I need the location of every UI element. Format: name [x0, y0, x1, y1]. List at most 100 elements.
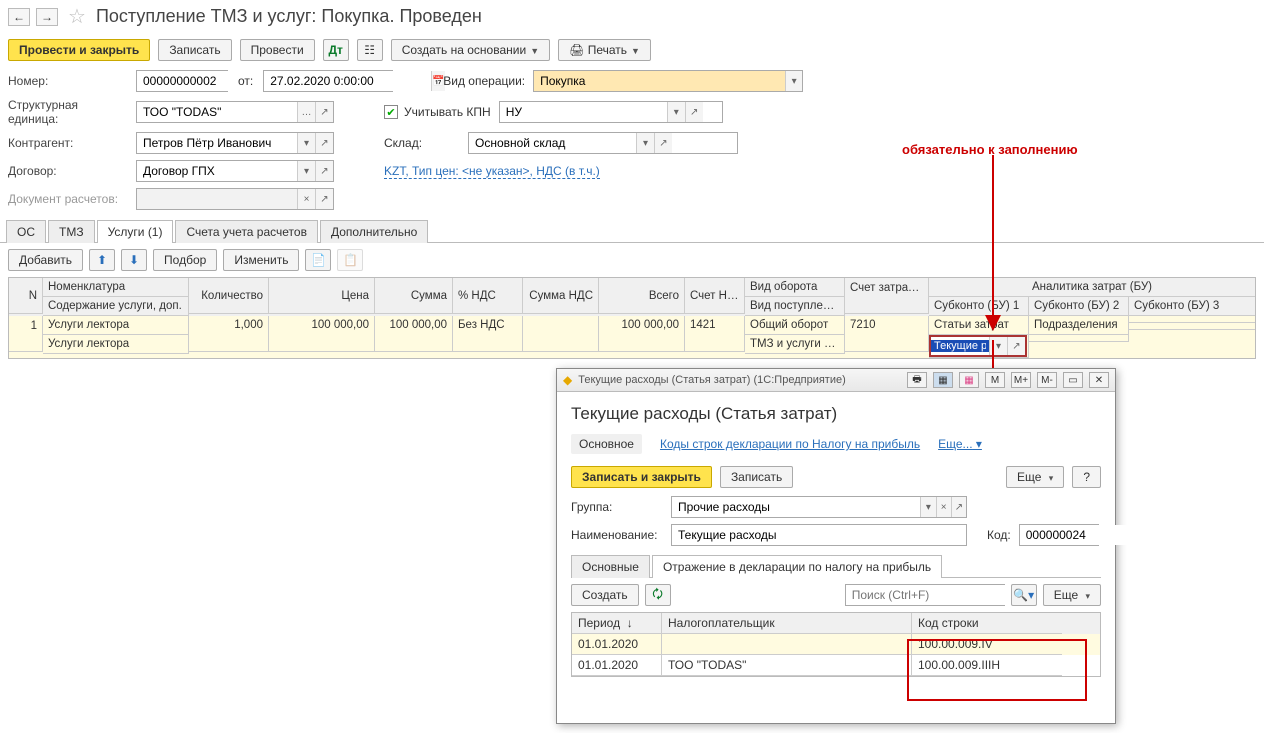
close-icon[interactable]: ✕ — [1089, 372, 1109, 388]
post-button[interactable]: Провести — [240, 39, 315, 61]
open-icon[interactable]: ↗ — [315, 133, 333, 153]
dropdown-icon[interactable]: ▾ — [920, 497, 935, 517]
kpn-checkbox[interactable]: ✔ — [384, 105, 398, 119]
cell-sub3[interactable] — [1129, 323, 1255, 330]
select-icon[interactable]: … — [297, 102, 315, 122]
cell-sub2[interactable] — [1029, 335, 1129, 342]
print-button[interactable]: 🖨 Печать▼ — [558, 39, 651, 61]
add-row-button[interactable]: Добавить — [8, 249, 83, 271]
open-icon[interactable]: ↗ — [685, 102, 703, 122]
mem-mplus-button[interactable]: M+ — [1011, 372, 1031, 388]
calendar-grid-icon[interactable]: ▦ — [959, 372, 979, 388]
dropdown-icon[interactable]: ▾ — [636, 133, 654, 153]
org-input[interactable] — [137, 102, 297, 122]
search-icon[interactable]: 🔍▾ — [1011, 584, 1037, 606]
favorite-star-icon[interactable]: ☆ — [68, 4, 86, 29]
tab-services[interactable]: Услуги (1) — [97, 220, 174, 243]
cell-nom2[interactable]: Услуги лектора — [43, 335, 189, 354]
modal-tab-main[interactable]: Основные — [571, 555, 650, 578]
nav-declaration-codes[interactable]: Коды строк декларации по Налогу на прибы… — [660, 437, 920, 451]
col-receipt-type[interactable]: Вид поступления — [745, 297, 845, 316]
dr-cr-icon[interactable]: Дт — [323, 39, 349, 61]
price-info-link[interactable]: KZT, Тип цен: <не указан>, НДС (в т.ч.) — [384, 164, 600, 179]
create-row-button[interactable]: Создать — [571, 584, 639, 606]
cell-sub1-editor[interactable]: ▾ ↗ — [929, 335, 1029, 358]
mem-m-button[interactable]: M — [985, 372, 1005, 388]
subconto-inline-editor[interactable]: ▾ ↗ — [929, 335, 1027, 357]
clear-icon[interactable]: × — [936, 497, 951, 517]
dialog-more-button[interactable]: Еще ▾ — [1006, 466, 1064, 488]
nav-forward-button[interactable]: → — [36, 8, 58, 26]
col-turnover[interactable]: Вид оборота — [745, 278, 845, 297]
open-icon[interactable]: ↗ — [1007, 337, 1025, 355]
dropdown-icon[interactable]: ▾ — [297, 161, 315, 181]
modal-more-button[interactable]: Еще ▾ — [1043, 584, 1101, 606]
col-period[interactable]: Период ↓ — [572, 613, 662, 634]
cell-price[interactable]: 100 000,00 — [269, 316, 375, 352]
dropdown-icon[interactable]: ▾ — [785, 71, 802, 91]
clear-icon[interactable]: × — [297, 189, 315, 209]
code-input[interactable] — [1020, 525, 1187, 545]
date-input[interactable] — [264, 71, 431, 91]
save-button[interactable]: Записать — [158, 39, 231, 61]
nav-back-button[interactable]: ← — [8, 8, 30, 26]
col-description[interactable]: Содержание услуги, доп. — [43, 297, 189, 316]
document-structure-icon[interactable]: ☷ — [357, 39, 383, 61]
dialog-help-button[interactable]: ? — [1072, 466, 1101, 488]
col-n[interactable]: N — [9, 278, 43, 314]
col-qty[interactable]: Количество — [189, 278, 269, 314]
dialog-save-button[interactable]: Записать — [720, 466, 793, 488]
nav-main[interactable]: Основное — [571, 434, 642, 454]
pick-button[interactable]: Подбор — [153, 249, 217, 271]
cell-turnover[interactable]: Общий оборот — [745, 316, 845, 335]
dropdown-icon[interactable]: ▾ — [989, 337, 1007, 355]
col-subconto2[interactable]: Субконто (БУ) 2 — [1029, 297, 1129, 316]
sklad-input[interactable] — [469, 133, 636, 153]
create-based-on-button[interactable]: Создать на основании▼ — [391, 39, 550, 61]
open-icon[interactable]: ↗ — [654, 133, 672, 153]
cell-acctnds[interactable]: 1421 — [685, 316, 745, 352]
col-acct-nds[interactable]: Счет НДС — [685, 278, 745, 314]
print-preview-icon[interactable]: 🖶 — [907, 372, 927, 388]
cell-receipt-type[interactable]: ТМЗ и услуги бе... — [745, 335, 845, 354]
dropdown-icon[interactable]: ▾ — [297, 133, 315, 153]
name-input[interactable] — [672, 525, 966, 545]
subconto-input[interactable] — [931, 340, 989, 352]
kpn-select[interactable] — [500, 102, 667, 122]
minimize-icon[interactable]: ▭ — [1063, 372, 1083, 388]
cell-total[interactable]: 100 000,00 — [599, 316, 685, 352]
col-expense-acct[interactable]: Счет затрат (БУ) — [845, 278, 929, 314]
move-down-icon[interactable]: ⬇ — [121, 249, 147, 271]
operation-select[interactable] — [534, 71, 785, 91]
modal-tab-declaration[interactable]: Отражение в декларации по налогу на приб… — [652, 555, 942, 578]
copy-icon[interactable]: 📄 — [305, 249, 331, 271]
cell-expense-acct[interactable]: 7210 — [845, 316, 929, 352]
open-icon[interactable]: ↗ — [315, 189, 333, 209]
calc-icon[interactable]: ▦ — [933, 372, 953, 388]
mem-mminus-button[interactable]: M- — [1037, 372, 1057, 388]
tab-os[interactable]: ОС — [6, 220, 46, 243]
col-line-code[interactable]: Код строки — [912, 613, 1062, 634]
tab-additional[interactable]: Дополнительно — [320, 220, 428, 243]
open-icon[interactable]: ↗ — [315, 102, 333, 122]
move-up-icon[interactable]: ⬆ — [89, 249, 115, 271]
contragent-input[interactable] — [137, 133, 297, 153]
refresh-icon[interactable]: 🗘 — [645, 584, 671, 606]
dialog-save-close-button[interactable]: Записать и закрыть — [571, 466, 712, 488]
col-taxpayer[interactable]: Налогоплательщик — [662, 613, 912, 634]
dogovor-input[interactable] — [137, 161, 297, 181]
nav-more-dropdown[interactable]: Еще... ▾ — [938, 437, 982, 451]
col-subconto3[interactable]: Субконто (БУ) 3 — [1129, 297, 1255, 316]
col-nds-sum[interactable]: Сумма НДС — [523, 278, 599, 314]
post-and-close-button[interactable]: Провести и закрыть — [8, 39, 150, 61]
col-nomenclature[interactable]: Номенклатура — [43, 278, 189, 297]
open-icon[interactable]: ↗ — [951, 497, 966, 517]
open-icon[interactable]: ↗ — [315, 161, 333, 181]
cell-nds[interactable]: Без НДС — [453, 316, 523, 352]
tab-accounts[interactable]: Счета учета расчетов — [175, 220, 317, 243]
col-total[interactable]: Всего — [599, 278, 685, 314]
group-input[interactable] — [672, 497, 920, 517]
table-row[interactable]: 1 Услуги лектора Услуги лектора 1,000 10… — [9, 316, 1255, 358]
cell-qty[interactable]: 1,000 — [189, 316, 269, 352]
cell-sum[interactable]: 100 000,00 — [375, 316, 453, 352]
